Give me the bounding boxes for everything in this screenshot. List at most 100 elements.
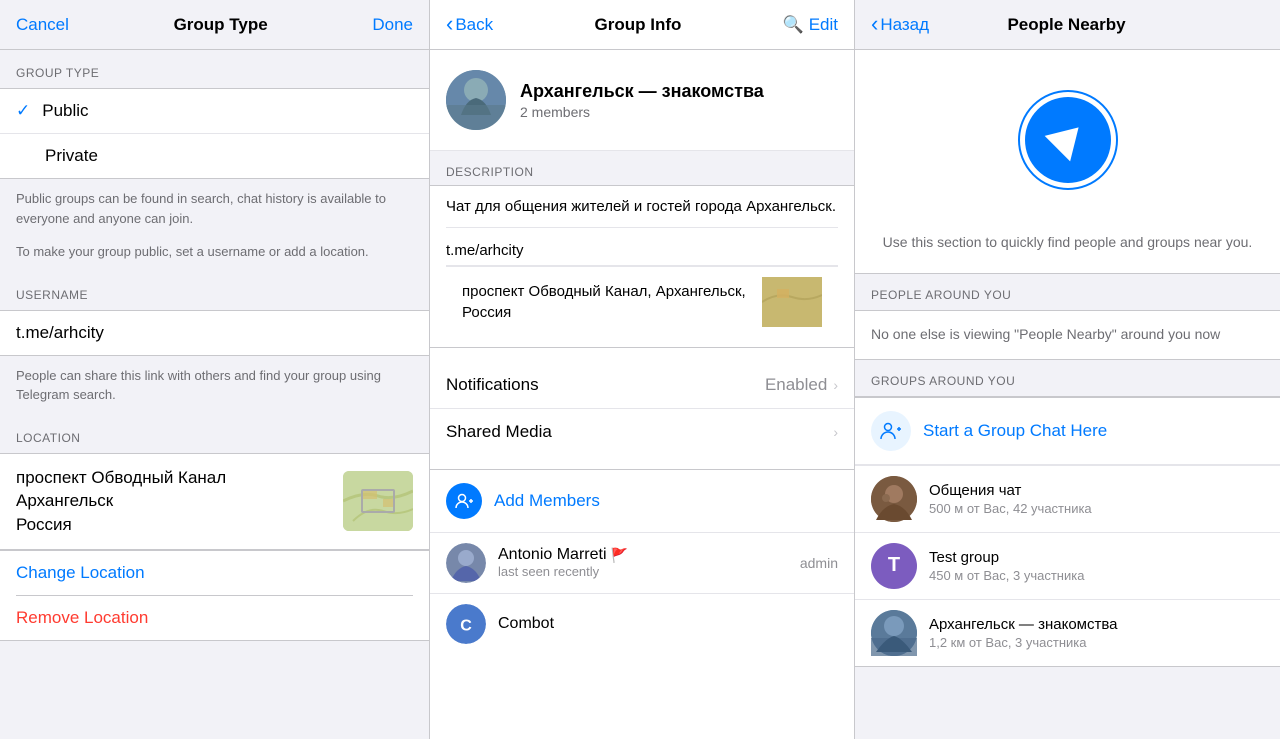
panel2-back-label: Back: [455, 15, 493, 35]
notifications-value: Enabled: [765, 375, 827, 395]
change-location-button[interactable]: Change Location: [0, 551, 429, 595]
username-info: People can share this link with others a…: [0, 356, 429, 415]
people-empty-text: No one else is viewing "People Nearby" a…: [855, 310, 1280, 360]
group-sub-2: 1,2 км от Вас, 3 участника: [929, 635, 1118, 650]
member-name-antonio: Antonio Marreti 🚩: [498, 546, 800, 564]
group-item-1[interactable]: T Test group 450 м от Вас, 3 участника: [855, 533, 1280, 600]
member-status-antonio: last seen recently: [498, 564, 800, 579]
group-avatar-image: [446, 70, 506, 130]
group-info-text: Архангельск — знакомства 2 members: [520, 81, 764, 120]
option-private-label: Private: [16, 146, 98, 166]
location-arrow-icon: [1044, 115, 1091, 162]
settings-rows: Notifications Enabled › Shared Media ›: [430, 362, 854, 455]
group-avatar-letter-1: T: [888, 554, 900, 577]
people-around-header: PEOPLE AROUND YOU: [855, 274, 1280, 310]
shared-media-label: Shared Media: [446, 422, 833, 442]
location-circle: [1018, 90, 1118, 190]
member-avatar-antonio: [446, 543, 486, 583]
people-nearby-description: Use this section to quickly find people …: [855, 220, 1280, 274]
chevron-right-icon: ›: [833, 377, 838, 393]
member-row-combot[interactable]: C Combot: [430, 594, 854, 654]
description-text: Чат для общения жителей и гостей города …: [446, 196, 838, 219]
members-section: Add Members Antonio Marreti 🚩 last seen …: [430, 469, 854, 654]
group-avatar-0: [871, 476, 917, 522]
chevron-left-icon: [446, 13, 453, 36]
group-location-text: проспект Обводный Канал, Архангельск, Ро…: [462, 281, 762, 323]
location-text-block: проспект Обводный Канал Архангельск Росс…: [16, 466, 343, 537]
group-header: Архангельск — знакомства 2 members: [430, 50, 854, 151]
location-section: проспект Обводный Канал Архангельск Росс…: [0, 453, 429, 550]
option-private[interactable]: Private: [0, 134, 429, 178]
notifications-row[interactable]: Notifications Enabled ›: [430, 362, 854, 409]
location-line3: Россия: [16, 513, 343, 537]
location-actions: Change Location Remove Location: [0, 550, 429, 641]
notifications-label: Notifications: [446, 375, 765, 395]
panel3-back-label: Назад: [880, 15, 929, 35]
panel2-navbar: Back Group Info 🔍 Edit: [430, 0, 854, 50]
start-group-icon: [871, 411, 911, 451]
panel1-title: Group Type: [174, 15, 268, 35]
panel1-navbar: Cancel Group Type Done: [0, 0, 429, 50]
member-name-combot: Combot: [498, 615, 838, 633]
group-avatar-2: [871, 610, 917, 656]
groups-list: Start a Group Chat Here Общения чат 500 …: [855, 396, 1280, 667]
group-info-2: Архангельск — знакомства 1,2 км от Вас, …: [929, 616, 1118, 650]
member-info-combot: Combot: [498, 615, 838, 633]
panel-group-info: Back Group Info 🔍 Edit Архангельск — зна…: [430, 0, 855, 739]
description-header: DESCRIPTION: [430, 151, 854, 185]
group-type-header: GROUP TYPE: [0, 50, 429, 88]
done-button[interactable]: Done: [372, 15, 413, 35]
group-members: 2 members: [520, 104, 764, 120]
group-avatar: [446, 70, 506, 130]
member-row-antonio[interactable]: Antonio Marreti 🚩 last seen recently adm…: [430, 533, 854, 594]
group-name-2: Архангельск — знакомства: [929, 616, 1118, 633]
svg-text:C: C: [460, 617, 472, 634]
shared-media-row[interactable]: Shared Media ›: [430, 409, 854, 455]
add-members-row[interactable]: Add Members: [430, 469, 854, 533]
location-map-thumbnail: [343, 471, 413, 531]
start-group-chat-row[interactable]: Start a Group Chat Here: [855, 397, 1280, 465]
search-icon: 🔍: [783, 15, 804, 34]
group-info-0: Общения чат 500 м от Вас, 42 участника: [929, 482, 1092, 516]
public-info-text2: To make your group public, set a usernam…: [0, 238, 429, 272]
group-item-0[interactable]: Общения чат 500 м от Вас, 42 участника: [855, 465, 1280, 533]
description-section-wrapper: DESCRIPTION Чат для общения жителей и го…: [430, 151, 854, 348]
panel2-back-button[interactable]: Back: [446, 13, 493, 36]
cancel-button[interactable]: Cancel: [16, 15, 69, 35]
location-header: LOCATION: [0, 415, 429, 453]
group-type-options: ✓ Public Private: [0, 88, 429, 179]
option-public[interactable]: ✓ Public: [0, 89, 429, 134]
desc-divider: [446, 227, 838, 228]
member-info-antonio: Antonio Marreti 🚩 last seen recently: [498, 546, 800, 579]
member-role-antonio: admin: [800, 555, 838, 571]
public-info-text1: Public groups can be found in search, ch…: [0, 179, 429, 238]
groups-around-header: GROUPS AROUND YOU: [855, 360, 1280, 396]
group-avatar-1: T: [871, 543, 917, 589]
panel3-back-button[interactable]: Назад: [871, 13, 929, 36]
group-name-0: Общения чат: [929, 482, 1092, 499]
username-header: USERNAME: [0, 272, 429, 310]
chevron-right-icon2: ›: [833, 424, 838, 440]
add-members-icon: [446, 483, 482, 519]
group-sub-0: 500 м от Вас, 42 участника: [929, 501, 1092, 516]
group-info-1: Test group 450 м от Вас, 3 участника: [929, 549, 1084, 583]
edit-button[interactable]: 🔍 Edit: [783, 15, 838, 35]
group-location-map: [762, 277, 822, 327]
panel-people-nearby: Назад People Nearby Use this section to …: [855, 0, 1280, 739]
remove-location-button[interactable]: Remove Location: [0, 596, 429, 640]
location-line2: Архангельск: [16, 489, 343, 513]
member-avatar-combot: C: [446, 604, 486, 644]
group-name-1: Test group: [929, 549, 1084, 566]
panel2-title: Group Info: [595, 15, 682, 35]
chevron-left-icon2: [871, 13, 878, 36]
group-location-row: проспект Обводный Канал, Архангельск, Ро…: [446, 266, 838, 337]
group-item-2[interactable]: Архангельск — знакомства 1,2 км от Вас, …: [855, 600, 1280, 666]
panel3-title: People Nearby: [1007, 15, 1125, 35]
description-section: Чат для общения жителей и гостей города …: [430, 185, 854, 348]
edit-label: Edit: [809, 15, 838, 34]
flag-icon: 🚩: [611, 547, 628, 564]
check-icon: ✓: [16, 101, 30, 121]
start-group-label: Start a Group Chat Here: [923, 421, 1107, 441]
add-members-label: Add Members: [494, 491, 600, 511]
panel-group-type: Cancel Group Type Done GROUP TYPE ✓ Publ…: [0, 0, 430, 739]
